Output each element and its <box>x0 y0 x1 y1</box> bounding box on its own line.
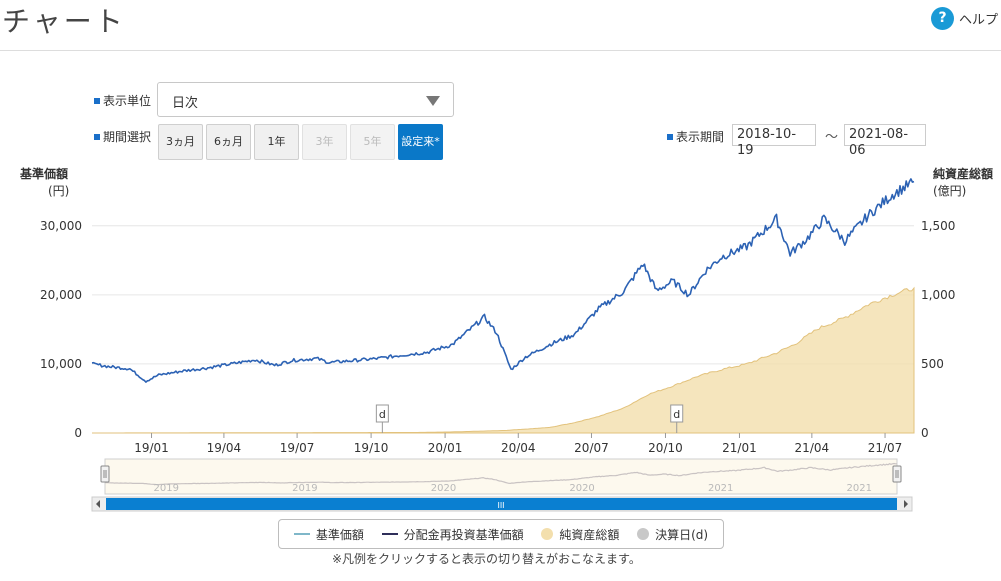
scrollbar-grip: III <box>497 501 504 510</box>
navigator-year-label: 2021 <box>708 483 733 494</box>
x-tick-label: 21/04 <box>795 441 830 455</box>
settlement-marker-label: d <box>379 408 386 421</box>
navigator-left-handle[interactable] <box>100 465 110 483</box>
navigator-year-label: 2021 <box>847 483 872 494</box>
legend-label: 純資産総額 <box>559 527 620 542</box>
y-right-tick-label: 0 <box>921 426 929 440</box>
legend-label: 分配金再投資基準価額 <box>403 527 524 542</box>
x-tick-label: 20/07 <box>574 441 609 455</box>
x-tick-label: 19/01 <box>134 441 169 455</box>
y-left-tick-label: 30,000 <box>40 219 82 233</box>
x-tick-label: 20/04 <box>501 441 536 455</box>
legend-dot-icon <box>637 528 650 540</box>
chart-legend: 基準価額 分配金再投資基準価額 純資産総額 決算日(d) <box>278 519 724 549</box>
x-tick-label: 20/10 <box>648 441 683 455</box>
legend-label: 基準価額 <box>315 527 364 542</box>
x-tick-label: 21/07 <box>868 441 903 455</box>
x-tick-label: 19/04 <box>207 441 242 455</box>
y-left-tick-label: 10,000 <box>40 357 82 371</box>
x-tick-label: 19/07 <box>280 441 315 455</box>
legend-item-reinvested-nav[interactable]: 分配金再投資基準価額 <box>381 526 524 543</box>
legend-line-icon <box>381 533 398 535</box>
navigator-year-label: 2020 <box>569 483 594 494</box>
navigator-right-handle[interactable] <box>892 465 902 483</box>
y-right-tick-label: 500 <box>921 357 944 371</box>
settlement-marker-label: d <box>673 408 680 421</box>
legend-item-nav[interactable]: 基準価額 <box>293 526 364 543</box>
x-tick-label: 20/01 <box>428 441 463 455</box>
legend-line-icon <box>293 533 310 535</box>
navigator-year-label: 2019 <box>154 483 179 494</box>
x-tick-label: 21/01 <box>722 441 757 455</box>
x-tick-label: 19/10 <box>354 441 389 455</box>
chart-area: d d 0 10,000 20,000 30,000 0 500 1,000 1,500 19/0… <box>40 178 955 512</box>
y-left-tick-label: 20,000 <box>40 288 82 302</box>
y-left-tick-label: 0 <box>74 426 82 440</box>
legend-dot-icon <box>541 528 554 540</box>
legend-note: ※凡例をクリックすると表示の切り替えがおこなえます。 <box>332 552 641 566</box>
legend-item-settlement-date[interactable]: 決算日(d) <box>637 526 708 543</box>
navigator-year-label: 2020 <box>431 483 456 494</box>
legend-label: 決算日(d) <box>655 527 709 542</box>
y-right-tick-label: 1,500 <box>921 219 955 233</box>
navigator-frame <box>104 458 898 495</box>
legend-item-net-assets[interactable]: 純資産総額 <box>541 526 619 543</box>
net-assets-area <box>92 286 915 434</box>
navigator-year-label: 2019 <box>292 483 317 494</box>
range-navigator[interactable]: 2019 2019 2020 2020 2021 2021 III <box>91 458 913 512</box>
net-assets-area-layer <box>92 286 915 434</box>
y-right-tick-label: 1,000 <box>921 288 955 302</box>
